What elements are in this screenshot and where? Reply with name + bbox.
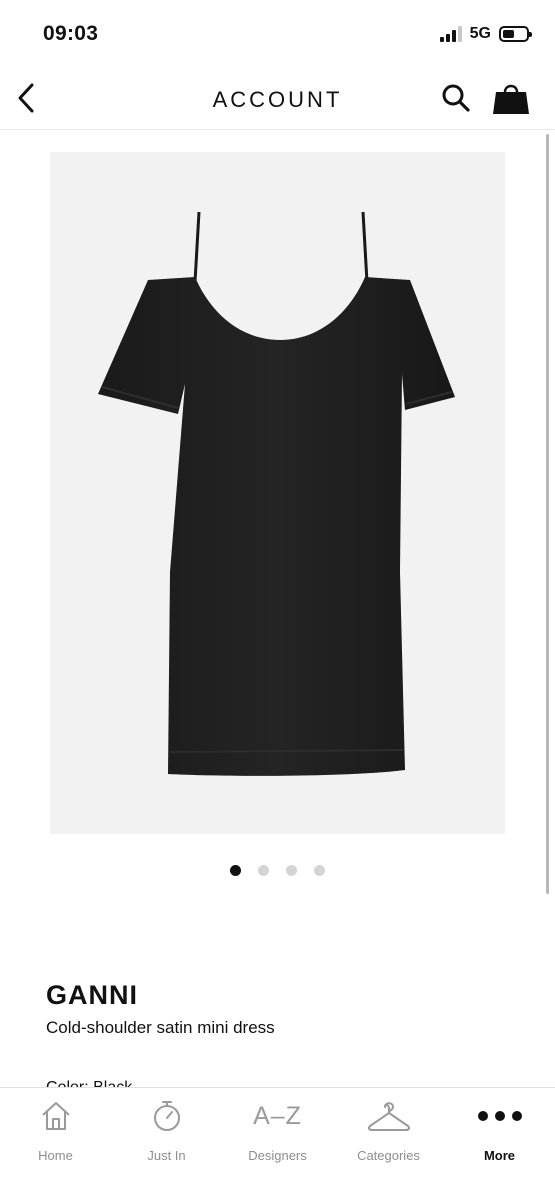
dress-image xyxy=(98,211,455,776)
tab-designers[interactable]: A–Z Designers xyxy=(222,1098,333,1168)
network-type: 5G xyxy=(469,25,491,42)
header: ACCOUNT xyxy=(0,70,555,130)
image-pager xyxy=(0,865,555,876)
tab-bar: Home Just In A–Z Designers Categories Mo… xyxy=(0,1087,555,1200)
scrollbar[interactable] xyxy=(546,134,549,894)
status-time: 09:03 xyxy=(43,22,99,45)
tab-label: Categories xyxy=(357,1148,420,1163)
search-icon xyxy=(442,84,470,112)
tab-label: Just In xyxy=(147,1148,186,1163)
home-icon xyxy=(41,1102,70,1130)
shopping-bag-icon xyxy=(493,84,529,114)
pager-dot[interactable] xyxy=(314,865,325,876)
tab-home[interactable]: Home xyxy=(0,1098,111,1168)
tab-label: Designers xyxy=(248,1148,307,1163)
product-brand[interactable]: GANNI xyxy=(46,980,138,1011)
hanger-icon xyxy=(367,1102,410,1131)
pager-dot[interactable] xyxy=(286,865,297,876)
more-dots-icon xyxy=(477,1111,522,1121)
tab-just-in[interactable]: Just In xyxy=(111,1098,222,1168)
signal-icon xyxy=(439,26,462,42)
shopping-bag-button[interactable] xyxy=(489,78,533,118)
status-indicators: 5G xyxy=(439,25,532,43)
pager-dot[interactable] xyxy=(230,865,241,876)
product-name: Cold-shoulder satin mini dress xyxy=(46,1018,275,1037)
status-bar: 09:03 5G xyxy=(0,0,555,70)
battery-icon xyxy=(499,26,532,42)
pager-dot[interactable] xyxy=(258,865,269,876)
product-image[interactable] xyxy=(50,152,505,834)
tab-categories[interactable]: Categories xyxy=(333,1098,444,1168)
tab-label: Home xyxy=(38,1148,73,1163)
tab-more[interactable]: More xyxy=(444,1098,555,1168)
a-z-icon: A–Z xyxy=(253,1101,302,1130)
tab-label: More xyxy=(483,1148,516,1163)
stopwatch-icon xyxy=(153,1101,180,1131)
search-button[interactable] xyxy=(438,80,474,116)
